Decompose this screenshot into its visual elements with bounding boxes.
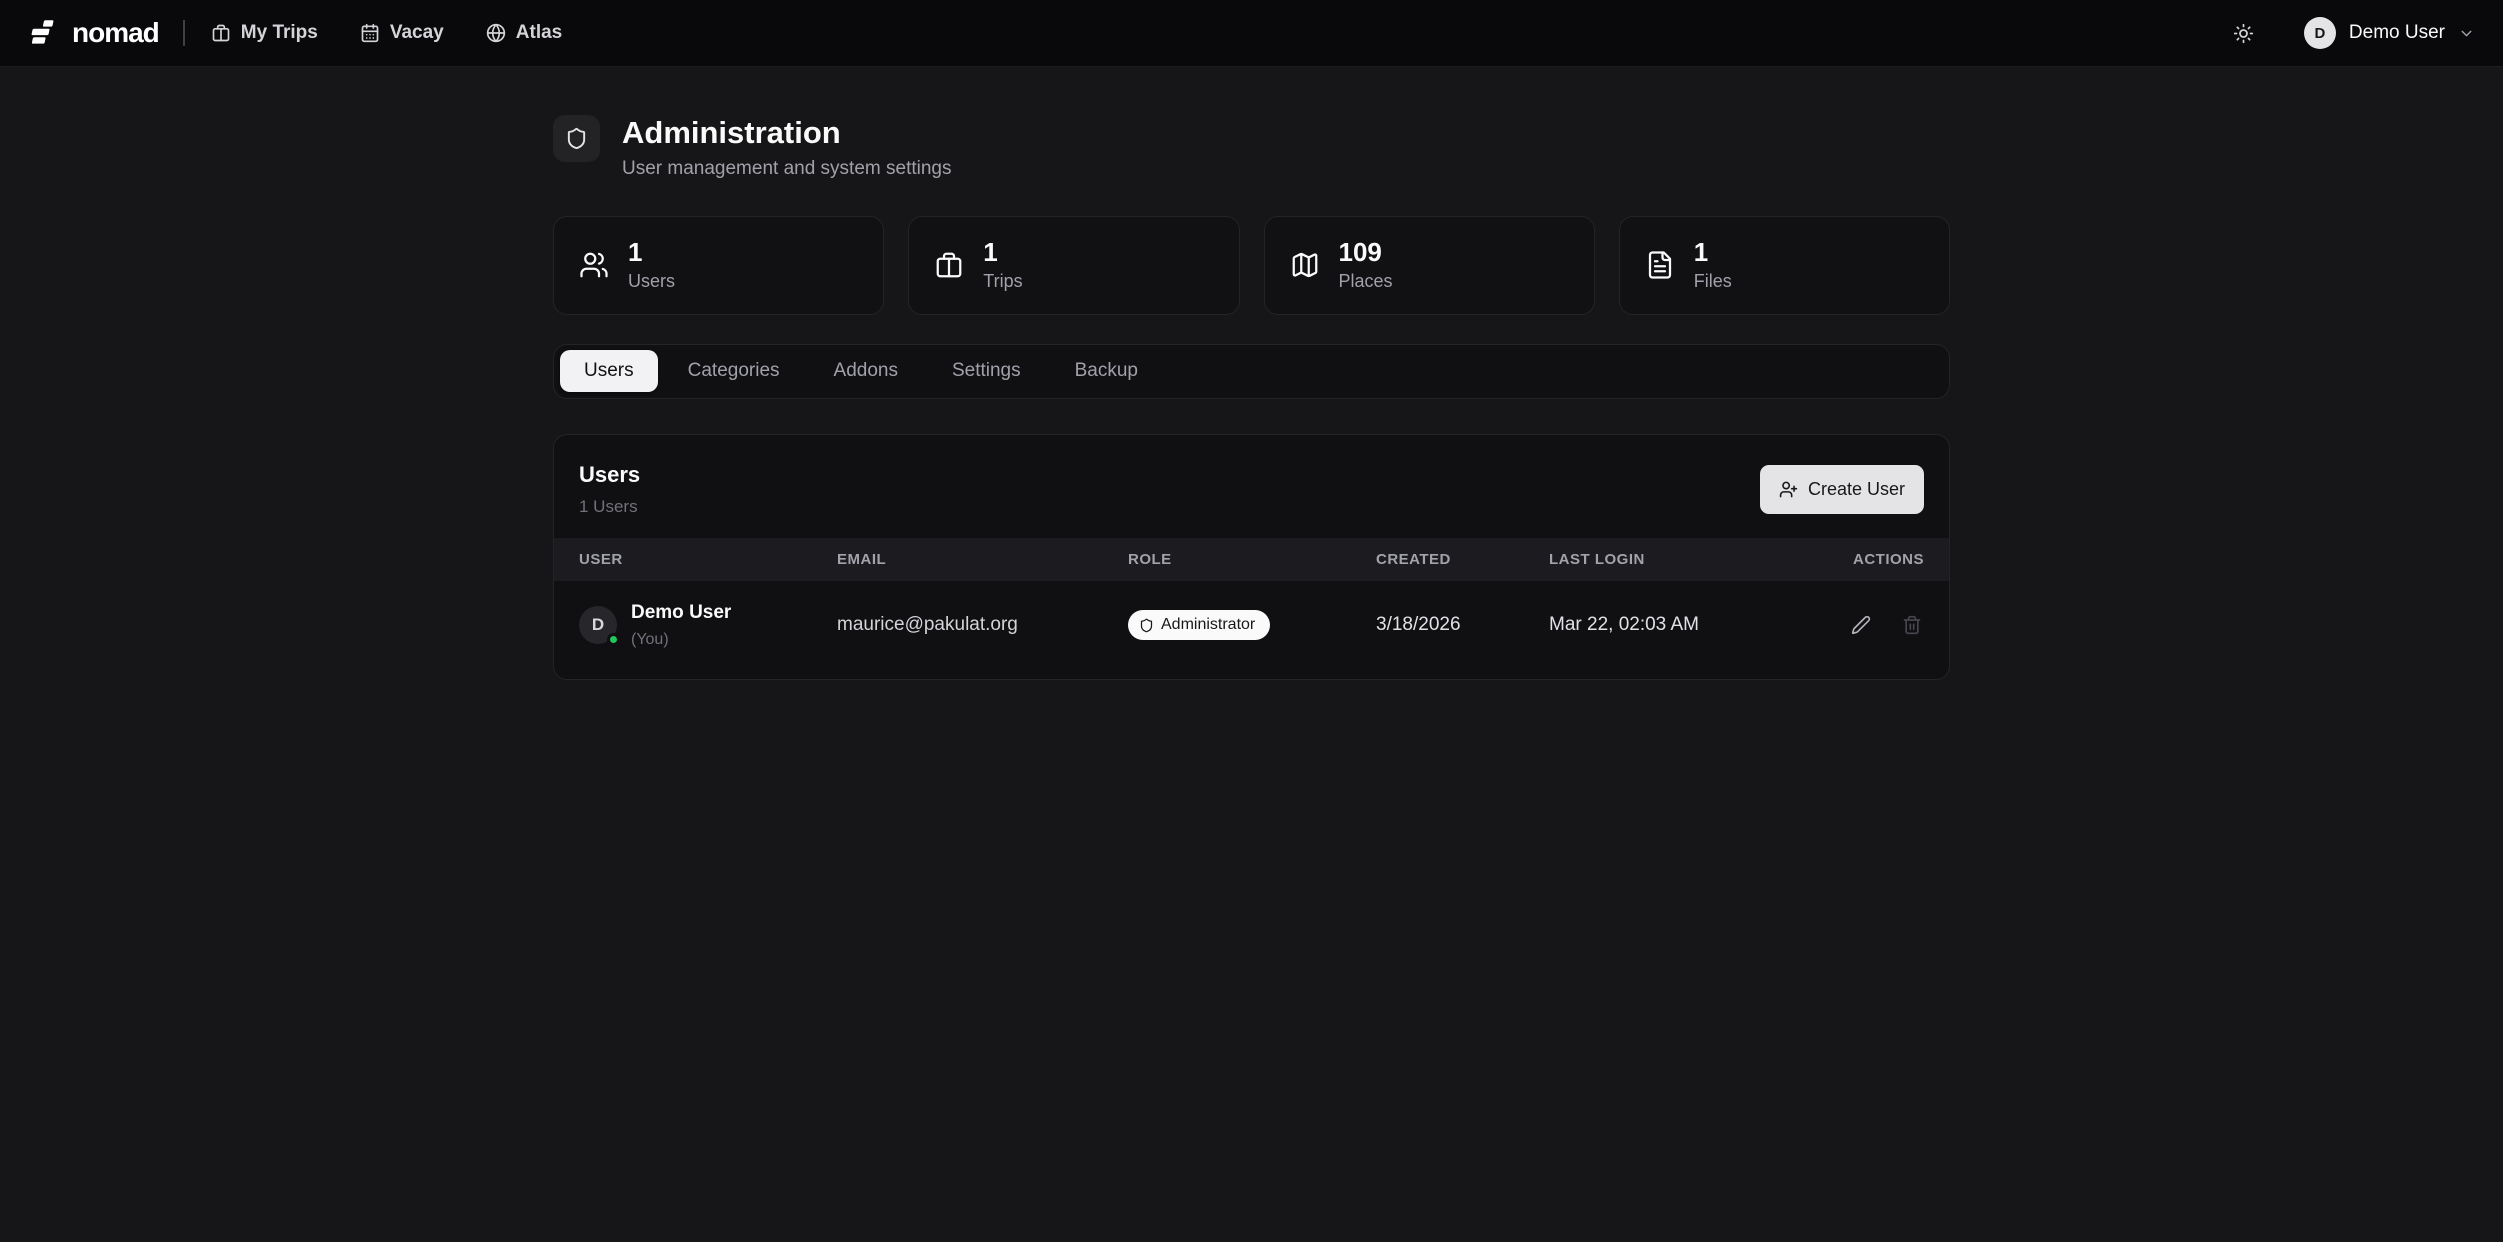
trash-icon	[1902, 615, 1922, 635]
top-navbar: nomad My Trips Vacay	[0, 0, 2503, 67]
users-panel: Users 1 Users Create User User Email Rol…	[553, 434, 1950, 680]
column-header-user: User	[579, 551, 837, 568]
globe-icon	[486, 23, 506, 43]
stat-label: Files	[1694, 271, 1732, 292]
shield-icon	[553, 115, 600, 162]
users-icon	[579, 250, 609, 280]
column-header-actions: Actions	[1834, 551, 1924, 568]
create-user-label: Create User	[1808, 479, 1905, 500]
user-menu[interactable]: D Demo User	[2304, 17, 2475, 49]
avatar: D	[2304, 17, 2336, 49]
stat-card-trips: 1 Trips	[908, 216, 1239, 315]
calendar-icon	[360, 23, 380, 43]
nav-item-my-trips[interactable]: My Trips	[211, 22, 318, 44]
tab-backup[interactable]: Backup	[1051, 350, 1162, 392]
tab-settings[interactable]: Settings	[928, 350, 1045, 392]
briefcase-icon	[934, 250, 964, 280]
email-cell: maurice@pakulat.org	[837, 614, 1128, 636]
stat-card-places: 109 Places	[1264, 216, 1595, 315]
tab-users[interactable]: Users	[560, 350, 658, 392]
stat-label: Places	[1339, 271, 1393, 292]
nav-divider	[183, 20, 185, 46]
panel-title: Users	[579, 462, 640, 488]
nav-item-label: Atlas	[516, 22, 562, 44]
nomad-logo-icon	[28, 16, 62, 50]
shield-icon	[1139, 618, 1154, 633]
actions-cell	[1834, 613, 1924, 637]
tab-addons[interactable]: Addons	[810, 350, 922, 392]
created-cell: 3/18/2026	[1376, 614, 1549, 636]
stat-card-users: 1 Users	[553, 216, 884, 315]
table-row: D Demo User (You) maurice@pakulat.org Ad	[554, 581, 1949, 679]
page-header-text: Administration User management and syste…	[622, 115, 952, 180]
create-user-button[interactable]: Create User	[1760, 465, 1924, 514]
admin-tabs: Users Categories Addons Settings Backup	[553, 344, 1950, 399]
user-cell: D Demo User (You)	[579, 602, 837, 649]
stat-card-files: 1 Files	[1619, 216, 1950, 315]
user-name: Demo User	[631, 602, 731, 624]
briefcase-icon	[211, 23, 231, 43]
column-header-created: Created	[1376, 551, 1549, 568]
stat-value: 109	[1339, 238, 1393, 267]
column-header-last-login: Last Login	[1549, 551, 1834, 568]
nav-links: My Trips Vacay Atlas	[211, 22, 562, 44]
role-cell: Administrator	[1128, 610, 1376, 640]
role-label: Administrator	[1161, 616, 1255, 634]
column-header-role: Role	[1128, 551, 1376, 568]
online-status-dot	[607, 633, 620, 646]
user-plus-icon	[1779, 480, 1798, 499]
sun-icon	[2233, 23, 2254, 44]
nav-item-atlas[interactable]: Atlas	[486, 22, 562, 44]
nav-item-label: My Trips	[241, 22, 318, 44]
edit-user-button[interactable]	[1849, 613, 1873, 637]
stat-value: 1	[983, 238, 1022, 267]
stat-label: Users	[628, 271, 675, 292]
page-title: Administration	[622, 115, 952, 151]
stats-grid: 1 Users 1 Trips 109	[553, 216, 1950, 315]
page-subtitle: User management and system settings	[622, 158, 952, 180]
panel-subtitle: 1 Users	[579, 497, 640, 517]
edit-pencil-icon	[1851, 615, 1871, 635]
last-login-cell: Mar 22, 02:03 AM	[1549, 614, 1834, 636]
file-icon	[1645, 250, 1675, 280]
chevron-down-icon	[2458, 25, 2475, 42]
users-panel-header: Users 1 Users Create User	[554, 435, 1949, 538]
theme-toggle-button[interactable]	[2227, 17, 2260, 50]
role-badge: Administrator	[1128, 610, 1270, 640]
map-icon	[1290, 250, 1320, 280]
nav-item-label: Vacay	[390, 22, 444, 44]
avatar: D	[579, 606, 617, 644]
nav-item-vacay[interactable]: Vacay	[360, 22, 444, 44]
user-name: Demo User	[2349, 22, 2445, 44]
users-table-header: User Email Role Created Last Login Actio…	[554, 538, 1949, 581]
stat-value: 1	[628, 238, 675, 267]
brand-logo[interactable]: nomad	[28, 16, 159, 50]
brand-name: nomad	[72, 17, 159, 49]
nav-right: D Demo User	[2227, 17, 2475, 50]
page-header: Administration User management and syste…	[553, 115, 1950, 180]
stat-value: 1	[1694, 238, 1732, 267]
column-header-email: Email	[837, 551, 1128, 568]
main-content: Administration User management and syste…	[553, 67, 1950, 680]
you-label: (You)	[631, 631, 731, 649]
delete-user-button[interactable]	[1900, 613, 1924, 637]
stat-label: Trips	[983, 271, 1022, 292]
tab-categories[interactable]: Categories	[664, 350, 804, 392]
